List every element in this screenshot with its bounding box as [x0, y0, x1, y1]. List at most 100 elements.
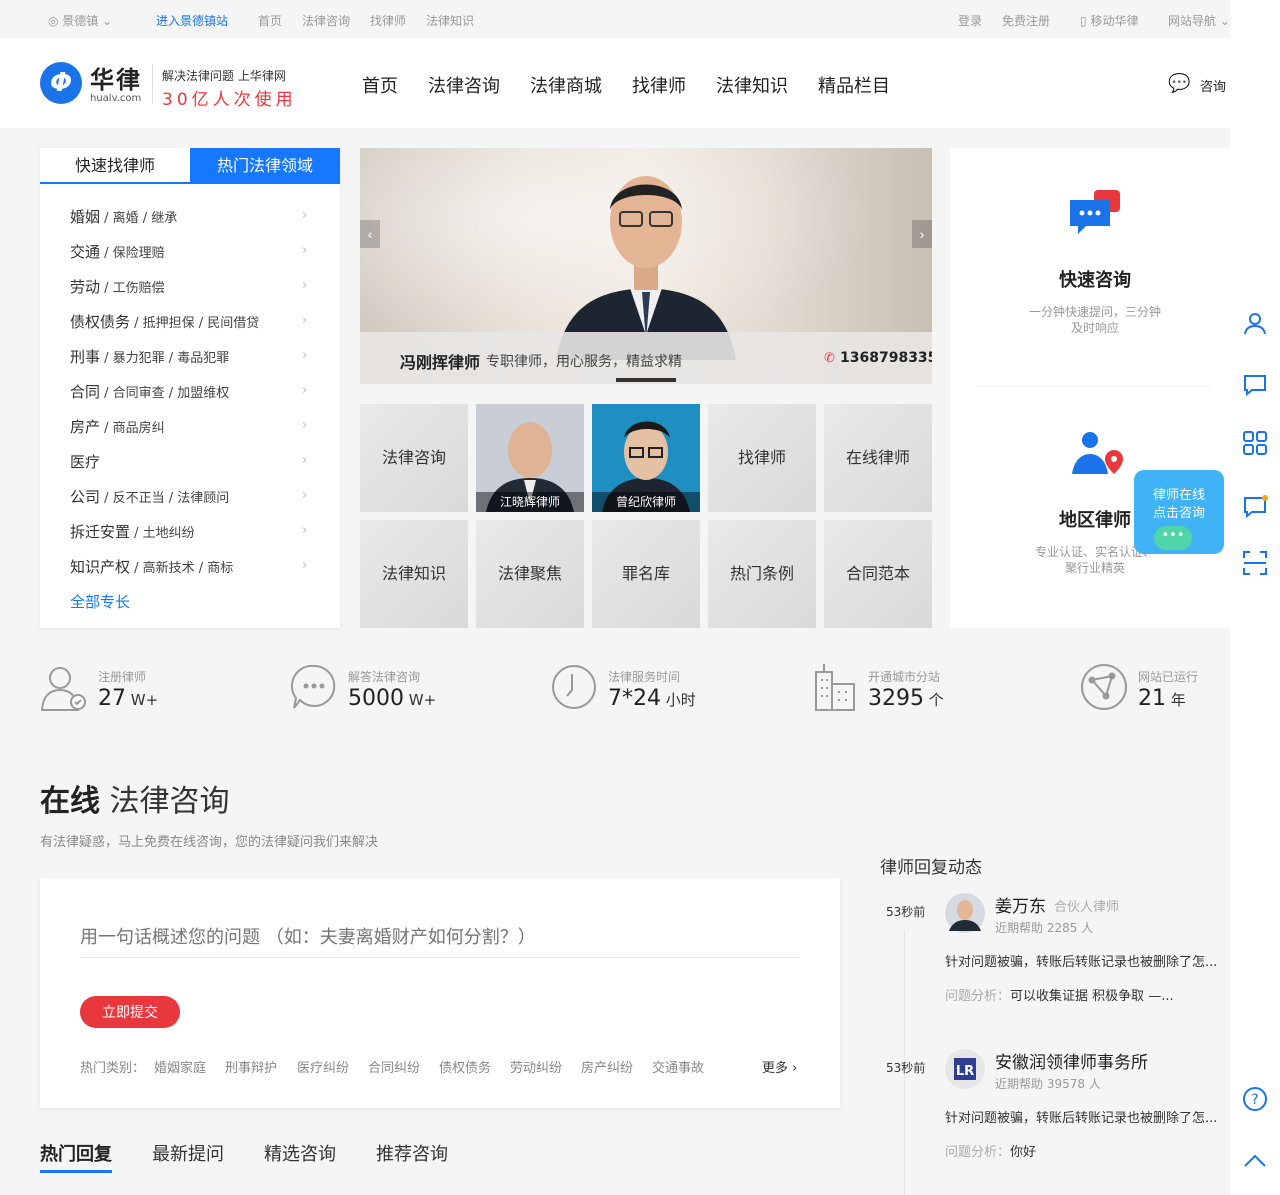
stat-label-consults: 解答法律咨询	[348, 670, 421, 684]
tab-hot-replies[interactable]: 热门回复	[40, 1140, 112, 1166]
chevron-right-icon: ›	[302, 383, 308, 398]
tile-crime-library[interactable]: 罪名库	[592, 520, 700, 628]
nav-find-lawyer[interactable]: 找律师	[632, 72, 686, 98]
online-consult-bubble[interactable]: 律师在线 点击咨询 •••	[1134, 470, 1224, 554]
banner-phone: 13687983358	[840, 350, 932, 366]
tile-find-lawyer[interactable]: 找律师	[708, 404, 816, 512]
tile-online-lawyer[interactable]: 在线律师	[824, 404, 932, 512]
category-item[interactable]: 房产 / 商品房纠	[70, 416, 165, 437]
chevron-right-icon: ›	[302, 488, 308, 503]
category-main-label: 公司	[70, 488, 101, 506]
carousel-indicator[interactable]	[616, 378, 676, 382]
lawyer-banner[interactable]: ‹ › 冯刚挥律师 专职律师，用心服务，精益求精 ✆ 13687983358	[360, 148, 932, 384]
tile-hot-regulations[interactable]: 热门条例	[708, 520, 816, 628]
chat-bubble-icon[interactable]	[1242, 494, 1268, 520]
logo-icon[interactable]: Φ	[40, 62, 82, 104]
chat-icon[interactable]: 💬	[1168, 73, 1190, 94]
category-item[interactable]: 合同 / 合同审查 / 加盟维权	[70, 381, 229, 402]
hot-category-link[interactable]: 房产纠纷	[581, 1057, 633, 1076]
hot-category-link[interactable]: 交通事故	[652, 1057, 704, 1076]
banner-next-button[interactable]: ›	[912, 220, 932, 248]
stat-value-service-time: 7*24 小时	[608, 686, 696, 711]
all-specialties-link[interactable]: 全部专长	[70, 591, 130, 612]
submit-button[interactable]: 立即提交	[80, 996, 180, 1028]
tile-contract-templates[interactable]: 合同范本	[824, 520, 932, 628]
top-link-knowledge[interactable]: 法律知识	[426, 12, 474, 29]
scan-icon[interactable]	[1242, 550, 1268, 576]
category-sub-label: / 抵押担保 / 民间借贷	[130, 316, 260, 331]
category-item[interactable]: 债权债务 / 抵押担保 / 民间借贷	[70, 311, 259, 332]
category-item[interactable]: 劳动 / 工伤赔偿	[70, 276, 165, 297]
top-link-consult[interactable]: 法律咨询	[302, 12, 350, 29]
back-to-top-icon[interactable]	[1242, 1148, 1268, 1174]
lawyer-photo	[556, 176, 736, 360]
category-item[interactable]: 拆迁安置 / 土地纠纷	[70, 521, 195, 542]
top-link-home[interactable]: 首页	[258, 12, 282, 29]
reply-lawyer-name[interactable]: 安徽润领律师事务所	[995, 1048, 1148, 1073]
nav-knowledge[interactable]: 法律知识	[716, 72, 788, 98]
hot-category-link[interactable]: 合同纠纷	[368, 1057, 420, 1076]
hot-category-link[interactable]: 刑事辩护	[225, 1057, 277, 1076]
hot-category-link[interactable]: 婚姻家庭	[154, 1057, 206, 1076]
category-item[interactable]: 刑事 / 暴力犯罪 / 毒品犯罪	[70, 346, 229, 367]
category-item[interactable]: 知识产权 / 高新技术 / 商标	[70, 556, 233, 577]
question-input[interactable]	[80, 918, 800, 958]
nav-home[interactable]: 首页	[362, 72, 398, 98]
tab-hot-fields[interactable]: 热门法律领域	[190, 148, 340, 184]
tile-lawyer-zeng[interactable]: 曾纪欣律师	[592, 404, 700, 512]
tile-lawyer-jiang[interactable]: 江晓辉律师	[476, 404, 584, 512]
nav-consult[interactable]: 法律咨询	[428, 72, 500, 98]
top-link-lawyer[interactable]: 找律师	[370, 12, 406, 29]
stat-value-cities: 3295 个	[868, 686, 944, 711]
site-nav-link[interactable]: 网站导航 ⌄	[1168, 12, 1230, 29]
svg-text:?: ?	[1251, 1092, 1258, 1108]
slogan-top: 解决法律问题 上华律网	[162, 69, 286, 83]
reply-question[interactable]: 针对问题被骗，转账后转账记录也被删除了怎...	[945, 1107, 1217, 1126]
law-firm-logo[interactable]: LR	[945, 1049, 985, 1089]
lawyer-avatar[interactable]	[945, 893, 985, 933]
nav-mall[interactable]: 法律商城	[530, 72, 602, 98]
category-item[interactable]: 公司 / 反不正当 / 法律顾问	[70, 486, 229, 507]
stat-label-years: 网站已运行	[1138, 670, 1199, 684]
hot-category-link[interactable]: 债权债务	[439, 1057, 491, 1076]
chevron-right-icon: ›	[302, 453, 308, 468]
header-consult-link[interactable]: 咨询	[1200, 76, 1226, 95]
tab-latest-questions[interactable]: 最新提问	[152, 1140, 224, 1166]
tab-quick-find[interactable]: 快速找律师	[40, 148, 190, 184]
tile-legal-focus[interactable]: 法律聚焦	[476, 520, 584, 628]
reply-time: 53秒前	[886, 905, 926, 919]
reply-question[interactable]: 针对问题被骗，转账后转账记录也被删除了怎...	[945, 951, 1217, 970]
quick-consult-title[interactable]: 快速咨询	[950, 266, 1240, 292]
hot-category-link[interactable]: 劳动纠纷	[510, 1057, 562, 1076]
top-bar: ◎ 景德镇 ⌄ 进入景德镇站 首页 法律咨询 找律师 法律知识 登录 免费注册 …	[0, 0, 1230, 38]
mobile-link[interactable]: ▯ 移动华律	[1080, 12, 1138, 29]
category-item[interactable]: 交通 / 保险理赔	[70, 241, 165, 262]
banner-prev-button[interactable]: ‹	[360, 220, 380, 248]
login-link[interactable]: 登录	[958, 12, 982, 29]
help-icon[interactable]: ?	[1242, 1086, 1268, 1112]
tab-recommended[interactable]: 推荐咨询	[376, 1140, 448, 1166]
bubble-line2: 点击咨询	[1152, 506, 1205, 521]
more-link[interactable]: 更多 ›	[762, 1057, 797, 1076]
hot-category-link[interactable]: 医疗纠纷	[297, 1057, 349, 1076]
tile-legal-consult[interactable]: 法律咨询	[360, 404, 468, 512]
tile-legal-knowledge[interactable]: 法律知识	[360, 520, 468, 628]
tab-selected-consults[interactable]: 精选咨询	[264, 1140, 336, 1166]
reply-time: 53秒前	[886, 1061, 926, 1075]
reply-lawyer-name[interactable]: 姜万东	[995, 892, 1046, 917]
category-main-label: 合同	[70, 383, 101, 401]
user-icon[interactable]	[1242, 310, 1268, 336]
category-main-label: 拆迁安置	[70, 523, 131, 541]
category-item[interactable]: 婚姻 / 离婚 / 继承	[70, 206, 177, 227]
category-item[interactable]: 医疗	[70, 451, 100, 472]
location-selector[interactable]: ◎ 景德镇 ⌄	[48, 12, 112, 29]
message-icon[interactable]	[1242, 372, 1268, 398]
enter-station-link[interactable]: 进入景德镇站	[156, 12, 228, 29]
grid-icon[interactable]	[1242, 430, 1268, 456]
nav-featured[interactable]: 精品栏目	[818, 72, 890, 98]
region-lawyer-icon[interactable]	[1066, 428, 1128, 478]
lawyer-count-icon	[40, 667, 86, 711]
category-main-label: 婚姻	[70, 208, 101, 226]
quick-consult-icon[interactable]	[1068, 188, 1124, 240]
register-link[interactable]: 免费注册	[1002, 12, 1050, 29]
